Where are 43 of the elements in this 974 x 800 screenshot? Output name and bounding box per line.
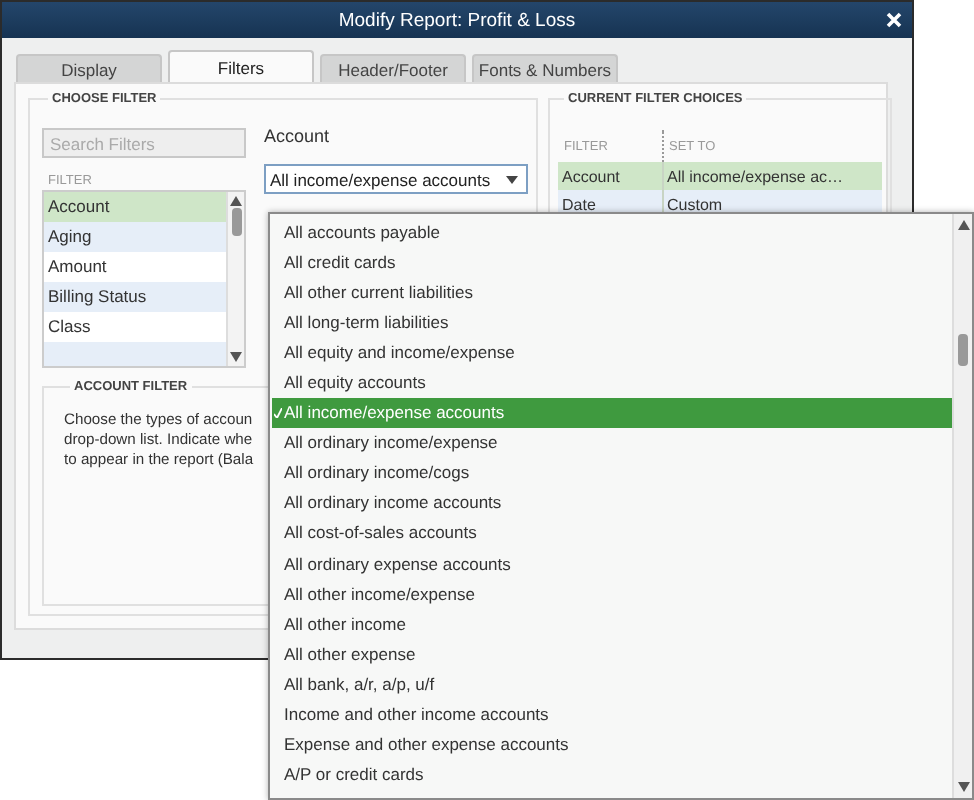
menu-option[interactable]: Expense and other expense accounts	[272, 729, 952, 760]
tab[interactable]: Filters	[168, 50, 314, 82]
scrollbar[interactable]	[952, 214, 972, 798]
menu-option[interactable]: All ordinary income/expense	[272, 427, 952, 458]
caret-icon	[506, 175, 518, 183]
menu-option[interactable]: All other income/expense	[272, 578, 952, 609]
up-arrow-icon[interactable]	[230, 196, 242, 206]
checkmark-icon	[274, 407, 282, 418]
menu-option[interactable]: All equity accounts	[272, 366, 952, 398]
table-cell: Account	[558, 162, 662, 190]
down-arrow-icon[interactable]	[957, 782, 969, 792]
filter-item[interactable]: Account	[44, 192, 226, 222]
scrollbar[interactable]	[226, 192, 244, 366]
menu-option[interactable]: All equity and income/expense	[272, 336, 952, 367]
menu-option[interactable]: All other expense	[272, 638, 952, 669]
field-label: Account	[264, 126, 332, 146]
table-cell: All income/expense ac…	[662, 162, 882, 190]
menu-option[interactable]: A/P or credit cards	[272, 759, 952, 790]
menu-option[interactable]: All long-term liabilities	[272, 306, 952, 337]
tab[interactable]: Header/Footer	[320, 54, 466, 82]
scroll-thumb[interactable]	[958, 334, 968, 366]
tab[interactable]: Fonts & Numbers	[472, 54, 618, 82]
menu-option[interactable]: All income/expense accounts	[272, 397, 952, 428]
menu-option[interactable]: All ordinary income accounts	[272, 487, 952, 518]
menu-option[interactable]: All accounts payable	[272, 216, 952, 247]
filter-item[interactable]: Aging	[44, 222, 226, 252]
filter-item[interactable]: Billing Status	[44, 282, 226, 312]
menu-option[interactable]: All other current liabilities	[272, 276, 952, 307]
menu-option[interactable]: All cost-of-sales accounts	[272, 517, 952, 549]
menu-option[interactable]: All ordinary income/cogs	[272, 457, 952, 488]
account-dropdown[interactable]: All income/expense accounts	[264, 164, 528, 194]
menu-option[interactable]: Income and other income accounts	[272, 699, 952, 730]
search-field[interactable]: Search Filters	[42, 128, 246, 158]
menu-option[interactable]: All credit cards	[272, 246, 952, 277]
menu-option[interactable]: All other income	[272, 608, 952, 639]
menu-option[interactable]: All bank, a/r, a/p, u/f	[272, 668, 952, 699]
scroll-thumb[interactable]	[231, 208, 241, 236]
down-arrow-icon[interactable]	[230, 352, 242, 362]
up-arrow-icon[interactable]	[957, 220, 969, 230]
close-icon[interactable]	[886, 12, 902, 28]
window-title: Modify Report: Profit & Loss	[338, 9, 576, 31]
tab[interactable]: Display	[16, 54, 162, 82]
menu-option[interactable]: All ordinary expense accounts	[272, 548, 952, 579]
